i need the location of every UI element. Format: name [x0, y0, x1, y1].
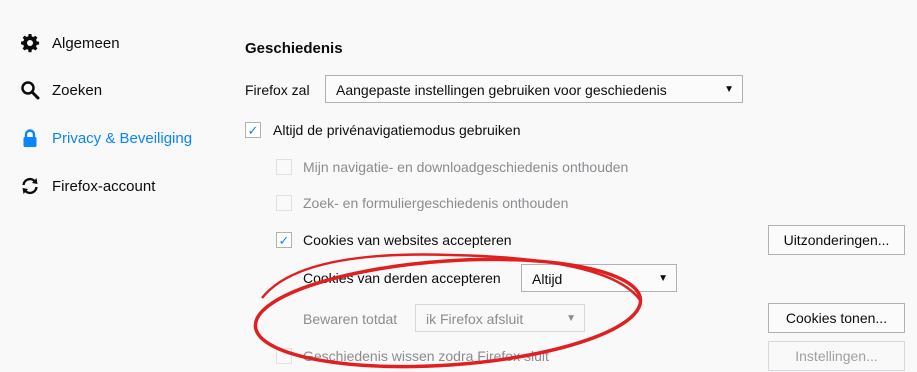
accept-cookies-label: Cookies van websites accepteren	[303, 232, 512, 248]
sync-icon	[22, 177, 38, 195]
checkmark-icon: ✓	[247, 122, 259, 138]
clear-history-label: Geschiedenis wissen zodra Firefox sluit	[303, 348, 549, 364]
chevron-down-icon: ▼	[566, 313, 576, 324]
lock-icon	[23, 129, 37, 147]
show-cookies-button[interactable]: Cookies tonen...	[768, 303, 905, 333]
sidebar-item-label: Zoeken	[52, 81, 103, 99]
keep-until-select[interactable]: ik Firefox afsluit ▼	[415, 304, 585, 332]
gear-icon	[21, 34, 40, 53]
third-party-label: Cookies van derden accepteren	[303, 270, 501, 286]
section-title: Geschiedenis	[245, 40, 343, 57]
accept-cookies-checkbox[interactable]: ✓	[276, 232, 292, 248]
third-party-select[interactable]: Altijd ▼	[521, 264, 677, 292]
remember-search-checkbox[interactable]	[276, 195, 292, 211]
exceptions-button[interactable]: Uitzonderingen...	[768, 225, 905, 255]
chevron-down-icon: ▼	[658, 273, 668, 284]
remember-browsing-checkbox[interactable]	[276, 159, 292, 175]
sidebar-item-general[interactable]: Algemeen	[20, 33, 120, 53]
history-mode-select[interactable]: Aangepaste instellingen gebruiken voor g…	[325, 75, 743, 103]
checkmark-icon: ✓	[278, 232, 290, 248]
search-icon	[21, 81, 40, 100]
sidebar-item-search[interactable]: Zoeken	[20, 80, 102, 100]
settings-button[interactable]: Instellingen...	[768, 341, 905, 371]
third-party-value: Altijd	[532, 271, 563, 287]
sidebar-item-privacy[interactable]: Privacy & Beveiliging	[20, 128, 192, 148]
sidebar-item-label: Algemeen	[52, 34, 120, 52]
keep-until-value: ik Firefox afsluit	[426, 311, 524, 327]
sidebar-item-firefox-account[interactable]: Firefox-account	[20, 176, 155, 196]
sidebar-item-label: Firefox-account	[52, 177, 156, 195]
sidebar-item-label: Privacy & Beveiliging	[52, 129, 193, 147]
remember-browsing-label: Mijn navigatie- en downloadgeschiedenis …	[303, 159, 629, 175]
private-mode-checkbox[interactable]: ✓	[245, 122, 261, 138]
private-mode-label: Altijd de privénavigatiemodus gebruiken	[273, 122, 521, 138]
remember-search-label: Zoek- en formuliergeschiedenis onthouden	[303, 195, 569, 211]
firefox-zal-label: Firefox zal	[245, 82, 310, 98]
clear-history-checkbox[interactable]	[276, 348, 292, 364]
keep-until-label: Bewaren totdat	[303, 311, 398, 327]
chevron-down-icon: ▼	[724, 84, 734, 95]
history-mode-value: Aangepaste instellingen gebruiken voor g…	[336, 82, 667, 98]
